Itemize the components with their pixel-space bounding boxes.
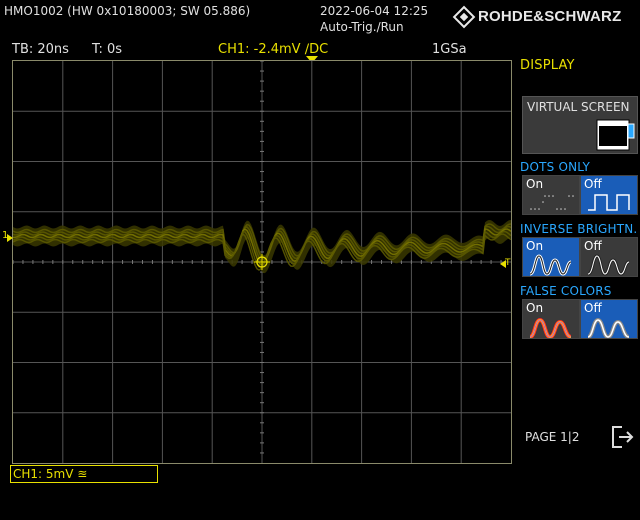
scope-display[interactable] (12, 60, 512, 464)
dots-only-on[interactable]: On (522, 175, 580, 215)
inverse-brightness-on[interactable]: On (522, 237, 580, 277)
waveform-plot (12, 60, 512, 463)
false-colors-off[interactable]: Off (580, 299, 638, 339)
dots-only-toggle[interactable]: On Off (522, 175, 638, 215)
logo-diamond-icon (452, 5, 476, 28)
virtual-screen-icon (596, 119, 635, 151)
normal-waveform-icon (587, 254, 630, 276)
time-offset[interactable]: T: 0s (92, 42, 122, 57)
dots-only-label: DOTS ONLY (520, 160, 591, 174)
inverse-brightness-label: INVERSE BRIGHTN. (520, 222, 638, 236)
page-indicator: PAGE 1|2 (525, 430, 580, 444)
inverse-brightness-off[interactable]: Off (580, 237, 638, 277)
timebase[interactable]: TB: 20ns (12, 42, 69, 57)
menu-title: DISPLAY (520, 58, 575, 73)
exit-menu-icon[interactable] (610, 424, 636, 450)
virtual-screen-label: VIRTUAL SCREEN (527, 100, 630, 114)
square-waveform-icon (588, 194, 630, 211)
trigger-level-label: T (505, 258, 511, 268)
false-colors-on[interactable]: On (522, 299, 580, 339)
device-info: HMO1002 (HW 0x10180003; SW 05.886) (4, 4, 251, 18)
ch1-settings-box[interactable]: CH1: 5mV ≊ (10, 465, 158, 483)
mono-waveform-icon (587, 317, 630, 338)
dots-only-off[interactable]: Off (580, 175, 638, 215)
inverse-brightness-toggle[interactable]: On Off (522, 237, 638, 277)
datetime: 2022-06-04 12:25 (320, 4, 429, 18)
dots-waveform-icon (530, 195, 574, 210)
inverse-waveform-icon (529, 254, 572, 276)
sample-rate: 1GSa (432, 42, 467, 57)
false-color-waveform-icon (529, 317, 572, 338)
trigger-mode: Auto-Trig./Run (320, 20, 404, 34)
virtual-screen-button[interactable]: VIRTUAL SCREEN (522, 96, 638, 154)
ch1-marker-icon (7, 234, 13, 242)
false-colors-toggle[interactable]: On Off (522, 299, 638, 339)
channel-status[interactable]: CH1: -2.4mV ∕DC (218, 42, 328, 57)
brand-logo: ROHDE&SCHWARZ (452, 5, 621, 28)
false-colors-label: FALSE COLORS (520, 284, 612, 298)
